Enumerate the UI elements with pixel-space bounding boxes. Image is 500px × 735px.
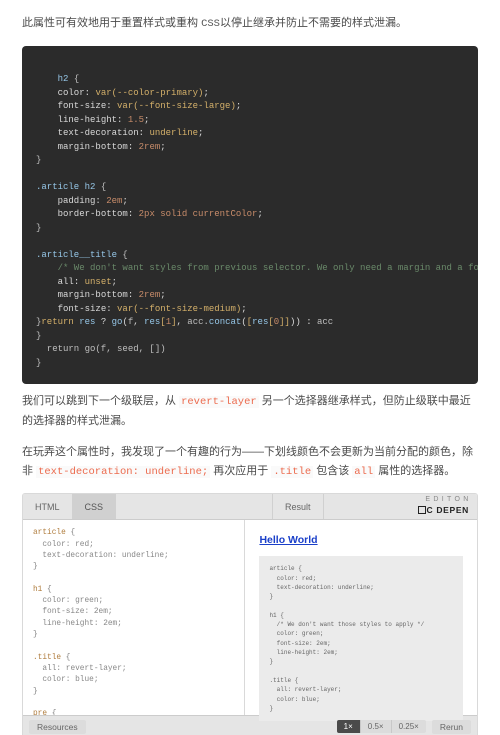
zoom-1x[interactable]: 1× — [337, 720, 361, 733]
codepen-header: HTML CSS Result E D I T O N C DEPEN — [23, 494, 477, 520]
intro-paragraph: 此属性可有效地用于重置样式或重构 CSS以停止继承并防止不需要的样式泄漏。 — [22, 14, 478, 34]
result-heading: Hello World — [259, 534, 463, 546]
tab-result[interactable]: Result — [272, 494, 324, 519]
copy-icon[interactable] — [456, 52, 470, 66]
edit-on-codepen[interactable]: E D I T O N C DEPEN — [418, 496, 469, 516]
zoom-05x[interactable]: 0.5× — [361, 720, 392, 733]
zoom-025x[interactable]: 0.25× — [392, 720, 426, 733]
inline-code-revert-layer: revert-layer — [179, 396, 259, 408]
zoom-group: 1× 0.5× 0.25× — [337, 720, 426, 733]
inline-code-css: CSS — [201, 18, 220, 30]
paragraph-revert-layer: 我们可以跳到下一个级联层，从 revert-layer 另一个选择器继承样式，但… — [22, 392, 478, 431]
codepen-css-editor[interactable]: article { color: red; text-decoration: u… — [23, 520, 245, 715]
codepen-result-pane: Hello World article { color: red; text-d… — [245, 520, 477, 715]
tab-css[interactable]: CSS — [73, 494, 117, 519]
paragraph-behavior: 在玩弄这个属性时，我发现了一个有趣的行为——下划线颜色不会更新为当前分配的颜色，… — [22, 443, 478, 482]
result-pre: article { color: red; text-decoration: u… — [259, 556, 463, 721]
codepen-embed: HTML CSS Result E D I T O N C DEPEN arti… — [22, 493, 478, 735]
tab-html[interactable]: HTML — [23, 494, 73, 519]
code-block-main: h2 { color: var(--color-primary); font-s… — [22, 46, 478, 385]
rerun-button[interactable]: Rerun — [432, 720, 471, 734]
resources-button[interactable]: Resources — [29, 720, 86, 734]
